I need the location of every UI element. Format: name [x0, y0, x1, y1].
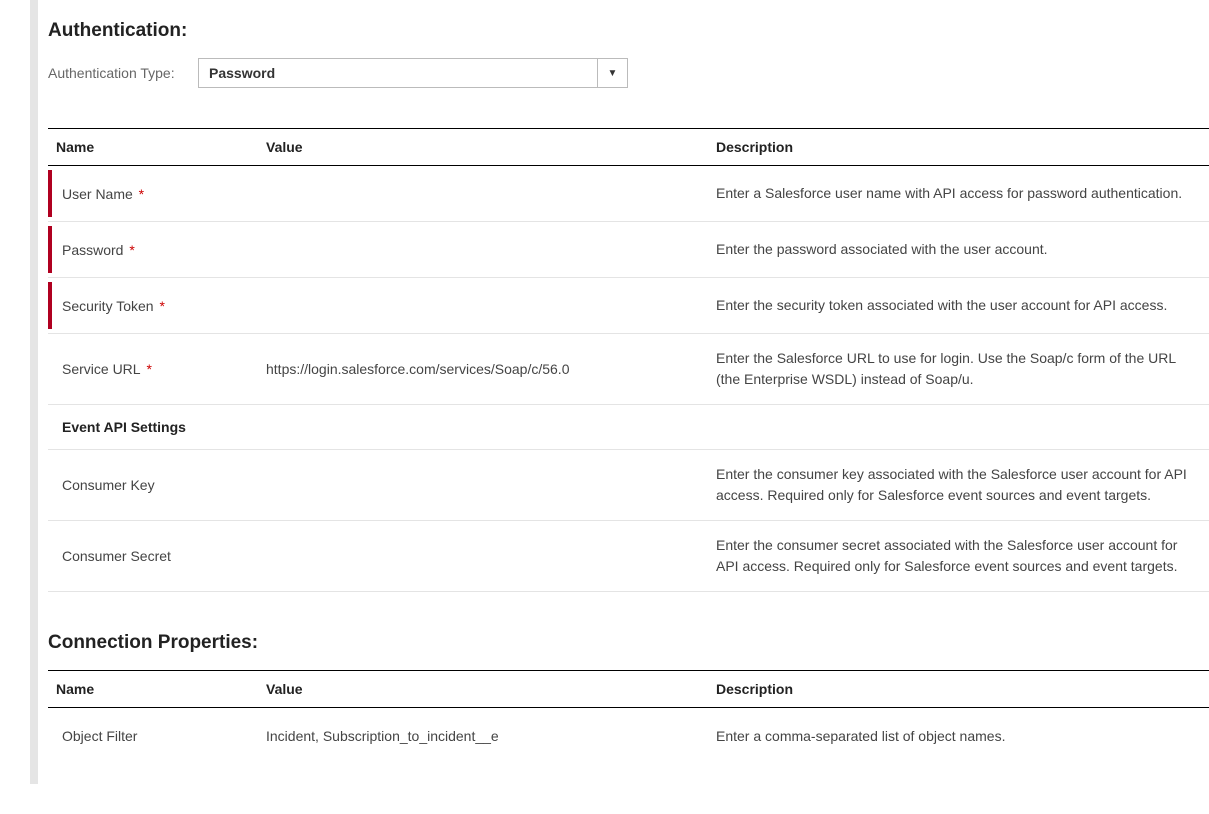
- row-description: Enter the consumer key associated with t…: [708, 450, 1209, 520]
- row-value-password[interactable]: [258, 236, 708, 264]
- row-description: Enter a comma-separated list of object n…: [708, 712, 1209, 761]
- row-description: Enter the consumer secret associated wit…: [708, 521, 1209, 591]
- row-name: Security Token *: [48, 284, 258, 328]
- authentication-title: Authentication:: [48, 20, 1209, 42]
- authentication-type-select[interactable]: Password ▼: [198, 58, 628, 88]
- row-name: Service URL *: [48, 347, 258, 391]
- header-description: Description: [708, 671, 1209, 707]
- row-name: Consumer Key: [48, 463, 258, 507]
- left-stripe: [30, 0, 38, 784]
- connection-properties-title: Connection Properties:: [48, 632, 1209, 654]
- authentication-type-value[interactable]: Password: [198, 58, 598, 88]
- header-name: Name: [48, 129, 258, 165]
- table-row: Consumer Secret Enter the consumer secre…: [48, 521, 1209, 592]
- authentication-type-dropdown-button[interactable]: ▼: [598, 58, 628, 88]
- row-value-object-filter[interactable]: Incident, Subscription_to_incident__e: [258, 714, 708, 758]
- row-name: Consumer Secret: [48, 534, 258, 578]
- required-asterisk: *: [135, 186, 144, 202]
- row-description: Enter the Salesforce URL to use for logi…: [708, 334, 1209, 404]
- required-asterisk: *: [125, 242, 134, 258]
- connection-table-header: Name Value Description: [48, 670, 1209, 708]
- table-row: Security Token * Enter the security toke…: [48, 278, 1209, 334]
- required-asterisk: *: [143, 361, 152, 377]
- table-row: Service URL * https://login.salesforce.c…: [48, 334, 1209, 405]
- header-description: Description: [708, 129, 1209, 165]
- row-name: Object Filter: [48, 714, 258, 758]
- row-value-username[interactable]: [258, 180, 708, 208]
- row-value-consumer-secret[interactable]: [258, 542, 708, 570]
- row-description: Enter the security token associated with…: [708, 281, 1209, 330]
- required-asterisk: *: [156, 298, 165, 314]
- authentication-type-row: Authentication Type: Password ▼: [48, 58, 1209, 88]
- chevron-down-icon: ▼: [608, 68, 618, 79]
- table-row: Password * Enter the password associated…: [48, 222, 1209, 278]
- row-name: Password *: [48, 228, 258, 272]
- table-row: User Name * Enter a Salesforce user name…: [48, 166, 1209, 222]
- header-value: Value: [258, 671, 708, 707]
- event-api-settings-label: Event API Settings: [48, 405, 1209, 449]
- row-description: Enter a Salesforce user name with API ac…: [708, 169, 1209, 218]
- row-value-consumer-key[interactable]: [258, 471, 708, 499]
- row-value-security-token[interactable]: [258, 292, 708, 320]
- header-name: Name: [48, 671, 258, 707]
- header-value: Value: [258, 129, 708, 165]
- table-row: Consumer Key Enter the consumer key asso…: [48, 450, 1209, 521]
- auth-table-header: Name Value Description: [48, 128, 1209, 166]
- authentication-type-label: Authentication Type:: [48, 65, 198, 81]
- table-row: Object Filter Incident, Subscription_to_…: [48, 708, 1209, 764]
- row-name: User Name *: [48, 172, 258, 216]
- row-description: Enter the password associated with the u…: [708, 225, 1209, 274]
- row-value-service-url[interactable]: https://login.salesforce.com/services/So…: [258, 347, 708, 391]
- event-api-settings-section: Event API Settings: [48, 405, 1209, 450]
